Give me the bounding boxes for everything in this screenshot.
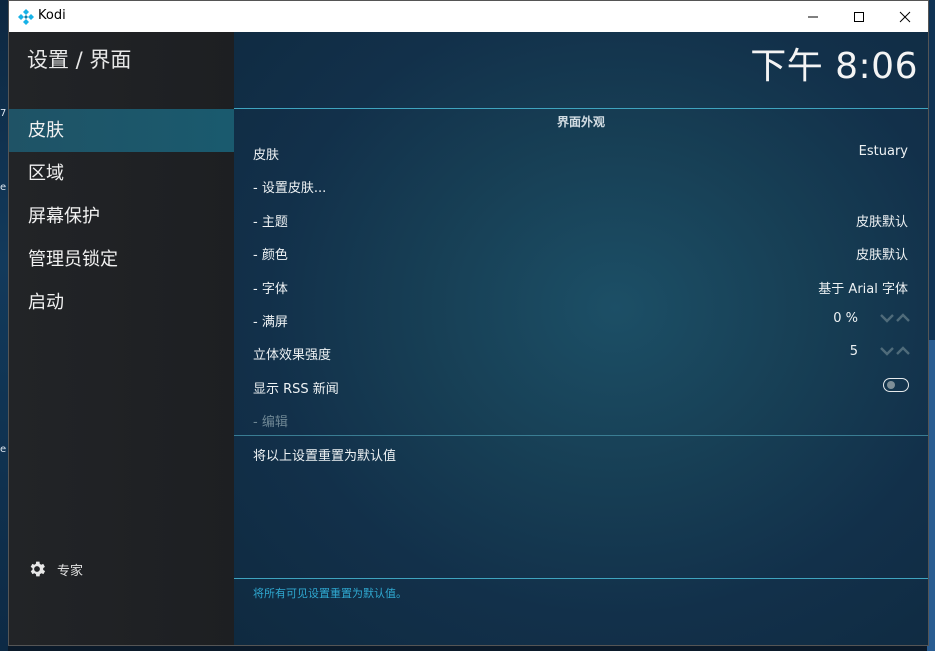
setting-label: - 字体 xyxy=(253,281,288,297)
setting-stereo-strength[interactable]: 立体效果强度 5 xyxy=(234,336,928,369)
setting-value: 基于 Arial 字体 xyxy=(818,281,908,297)
clock: 下午 8:06 xyxy=(750,46,918,87)
title-bar[interactable]: Kodi xyxy=(9,1,928,32)
page-title: 设置 / 界面 xyxy=(27,48,132,72)
chevron-down-icon[interactable] xyxy=(880,313,894,323)
setting-theme[interactable]: - 主题 皮肤默认 xyxy=(234,203,928,236)
setting-zoom[interactable]: - 满屏 0 % xyxy=(234,303,928,336)
setting-label: 立体效果强度 xyxy=(253,348,332,364)
desktop-edge-char: e xyxy=(0,182,7,193)
setting-value: 0 % xyxy=(833,310,858,326)
chevron-up-icon[interactable] xyxy=(896,346,910,356)
gear-icon xyxy=(30,561,46,577)
kodi-app: 设置 / 界面 皮肤 区域 屏幕保护 管理员锁定 启动 专家 下午 8:06 界… xyxy=(9,32,928,645)
kodi-logo-icon xyxy=(18,9,34,25)
setting-label: - 满屏 xyxy=(253,314,288,330)
close-icon xyxy=(899,11,911,22)
setting-label: - 颜色 xyxy=(253,248,288,264)
stereo-spinner xyxy=(880,346,910,357)
divider xyxy=(234,108,928,109)
setting-value: 5 xyxy=(849,344,858,360)
setting-show-rss[interactable]: 显示 RSS 新闻 xyxy=(234,370,928,403)
setting-label: 皮肤 xyxy=(253,148,280,163)
setting-label: - 主题 xyxy=(253,214,288,230)
settings-level-label: 专家 xyxy=(57,563,84,579)
setting-label: - 编辑 xyxy=(253,415,288,431)
setting-configure-skin[interactable]: - 设置皮肤... xyxy=(234,169,928,202)
sidebar-item-regional[interactable]: 区域 xyxy=(9,152,234,195)
divider xyxy=(234,578,928,579)
sidebar-item-master-lock[interactable]: 管理员锁定 xyxy=(9,238,234,281)
sidebar: 设置 / 界面 皮肤 区域 屏幕保护 管理员锁定 启动 专家 xyxy=(9,32,234,645)
setting-value: Estuary xyxy=(858,144,908,159)
minimize-icon xyxy=(808,16,818,17)
setting-skin[interactable]: 皮肤 Estuary xyxy=(234,136,928,169)
section-title: 界面外观 xyxy=(556,115,605,129)
setting-label: - 设置皮肤... xyxy=(253,181,327,197)
reset-defaults-button[interactable]: 将以上设置重置为默认值 xyxy=(253,445,396,464)
setting-font[interactable]: - 字体 基于 Arial 字体 xyxy=(234,270,928,303)
sidebar-item-startup[interactable]: 启动 xyxy=(9,281,234,324)
setting-value: 皮肤默认 xyxy=(855,214,908,230)
desktop-left-edge: 7 e e xyxy=(0,0,8,651)
close-button[interactable] xyxy=(882,1,928,32)
sidebar-item-screensaver[interactable]: 屏幕保护 xyxy=(9,195,234,238)
divider xyxy=(234,435,928,436)
maximize-button[interactable] xyxy=(836,1,882,32)
settings-panel: 下午 8:06 界面外观 皮肤 Estuary - 设置皮肤... - 主题 皮… xyxy=(234,32,928,645)
kodi-window: Kodi 设置 / 界面 皮肤 区域 屏幕保护 管理员锁定 启动 专家 下午 8… xyxy=(8,0,929,646)
setting-value: 皮肤默认 xyxy=(855,248,908,264)
desktop-edge-char: 7 xyxy=(0,108,7,119)
settings-level-button[interactable]: 专家 xyxy=(27,559,83,579)
setting-edit-rss: - 编辑 xyxy=(234,403,928,436)
help-text: 将所有可见设置重置为默认值。 xyxy=(253,587,407,600)
zoom-spinner xyxy=(880,313,910,323)
rss-toggle[interactable] xyxy=(883,377,909,392)
minimize-button[interactable] xyxy=(790,1,836,32)
chevron-down-icon[interactable] xyxy=(880,346,894,357)
window-title: Kodi xyxy=(38,8,66,23)
sidebar-menu: 皮肤 区域 屏幕保护 管理员锁定 启动 xyxy=(9,109,234,324)
desktop-edge-char: e xyxy=(0,444,7,455)
chevron-up-icon[interactable] xyxy=(896,313,910,323)
sidebar-item-skin[interactable]: 皮肤 xyxy=(9,109,234,152)
settings-list: 皮肤 Estuary - 设置皮肤... - 主题 皮肤默认 - 颜色 皮肤默认… xyxy=(234,136,928,437)
maximize-icon xyxy=(854,11,864,22)
setting-label: 显示 RSS 新闻 xyxy=(253,381,339,397)
setting-colors[interactable]: - 颜色 皮肤默认 xyxy=(234,236,928,269)
